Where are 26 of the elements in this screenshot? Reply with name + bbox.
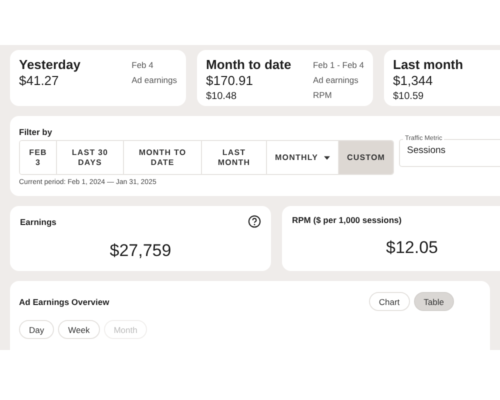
date-range: Feb 4: [132, 60, 154, 70]
value-label: Ad earnings: [132, 75, 177, 85]
overview-title: Ad Earnings Overview: [19, 296, 110, 306]
secondary-label: RPM: [312, 90, 333, 100]
card-title: Yesterday: [19, 57, 80, 72]
metric-title: RPM ($ per 1,000 sessions): [292, 215, 402, 225]
secondary-value: $10.59: [393, 91, 425, 102]
field-value: Sessions: [407, 145, 447, 156]
card-value: $41.27: [19, 73, 60, 88]
view-toggle[interactable]: Table: [414, 292, 454, 311]
filter-label: Filter by: [19, 127, 54, 137]
value-label: Ad earnings: [312, 75, 360, 85]
date-range: Feb 1 - Feb 4: [312, 60, 364, 70]
card-title: Last month: [393, 57, 464, 72]
card-value: $170.91: [206, 73, 254, 88]
help-icon[interactable]: [248, 215, 261, 228]
card-title: Month to date: [206, 57, 292, 72]
metric-value: $27,759: [110, 241, 172, 261]
granularity-button[interactable]: Week: [58, 320, 100, 339]
view-toggle[interactable]: Chart: [368, 292, 410, 311]
secondary-value: $10.48: [206, 91, 238, 102]
card-value: $1,344: [393, 73, 434, 88]
metric-title: Earnings: [20, 216, 56, 226]
period-button[interactable]: CUSTOM: [338, 141, 393, 174]
metric-value: $12.05: [386, 238, 438, 258]
granularity-button[interactable]: Day: [19, 320, 54, 339]
